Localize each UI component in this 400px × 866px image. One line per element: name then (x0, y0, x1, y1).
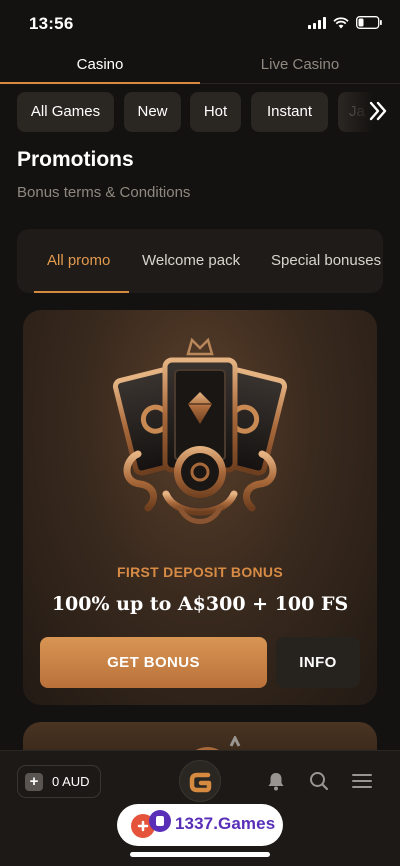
tab-live-casino[interactable]: Live Casino (200, 50, 400, 84)
emblem-icon (112, 337, 288, 524)
balance-amount: 0 AUD (52, 774, 90, 789)
category-chips: All Games New Hot Instant Ja (17, 92, 400, 132)
menu-icon[interactable] (351, 771, 373, 791)
promo-tabs: All promo Welcome pack Special bonuses (17, 229, 383, 293)
wifi-icon (333, 16, 349, 28)
top-tabs: Casino Live Casino (0, 50, 400, 84)
tab-casino[interactable]: Casino (0, 50, 200, 84)
chip-new[interactable]: New (124, 92, 181, 132)
brand-logo-icon (131, 810, 171, 838)
chip-hot[interactable]: Hot (190, 92, 241, 132)
home-logo-button[interactable] (179, 760, 221, 802)
brand-badge: 1337.Games (117, 804, 283, 846)
chip-instant[interactable]: Instant (251, 92, 328, 132)
search-icon[interactable] (309, 771, 329, 791)
active-tab-indicator (34, 291, 129, 293)
plus-icon: + (25, 773, 43, 791)
info-button[interactable]: INFO (276, 637, 360, 688)
status-time: 13:56 (29, 14, 74, 33)
get-bonus-button[interactable]: GET BONUS (40, 637, 267, 688)
balance-button[interactable]: + 0 AUD (17, 765, 101, 798)
page-title: Promotions (17, 148, 134, 171)
home-indicator (130, 852, 270, 857)
terms-link[interactable]: Bonus terms & Conditions (17, 184, 190, 201)
signal-icon (308, 16, 326, 29)
promo-subtitle: FIRST DEPOSIT BONUS (117, 564, 283, 580)
battery-icon (356, 16, 382, 29)
status-icons (308, 16, 382, 29)
tab-welcome-pack[interactable]: Welcome pack (142, 229, 240, 293)
promo-title: 100% up to A$300 + 100 FS (51, 593, 349, 615)
double-chevron-right-icon[interactable] (368, 100, 388, 122)
status-bar: 13:56 (0, 0, 400, 48)
tab-all-promo[interactable]: All promo (47, 229, 110, 293)
brand-text: 1337.Games (175, 814, 276, 833)
chip-all-games[interactable]: All Games (17, 92, 114, 132)
logo-icon (189, 772, 212, 793)
promo-card: FIRST DEPOSIT BONUS 100% up to A$300 + 1… (23, 310, 377, 705)
tab-special-bonuses[interactable]: Special bonuses (271, 229, 381, 293)
bell-icon[interactable] (266, 771, 286, 791)
